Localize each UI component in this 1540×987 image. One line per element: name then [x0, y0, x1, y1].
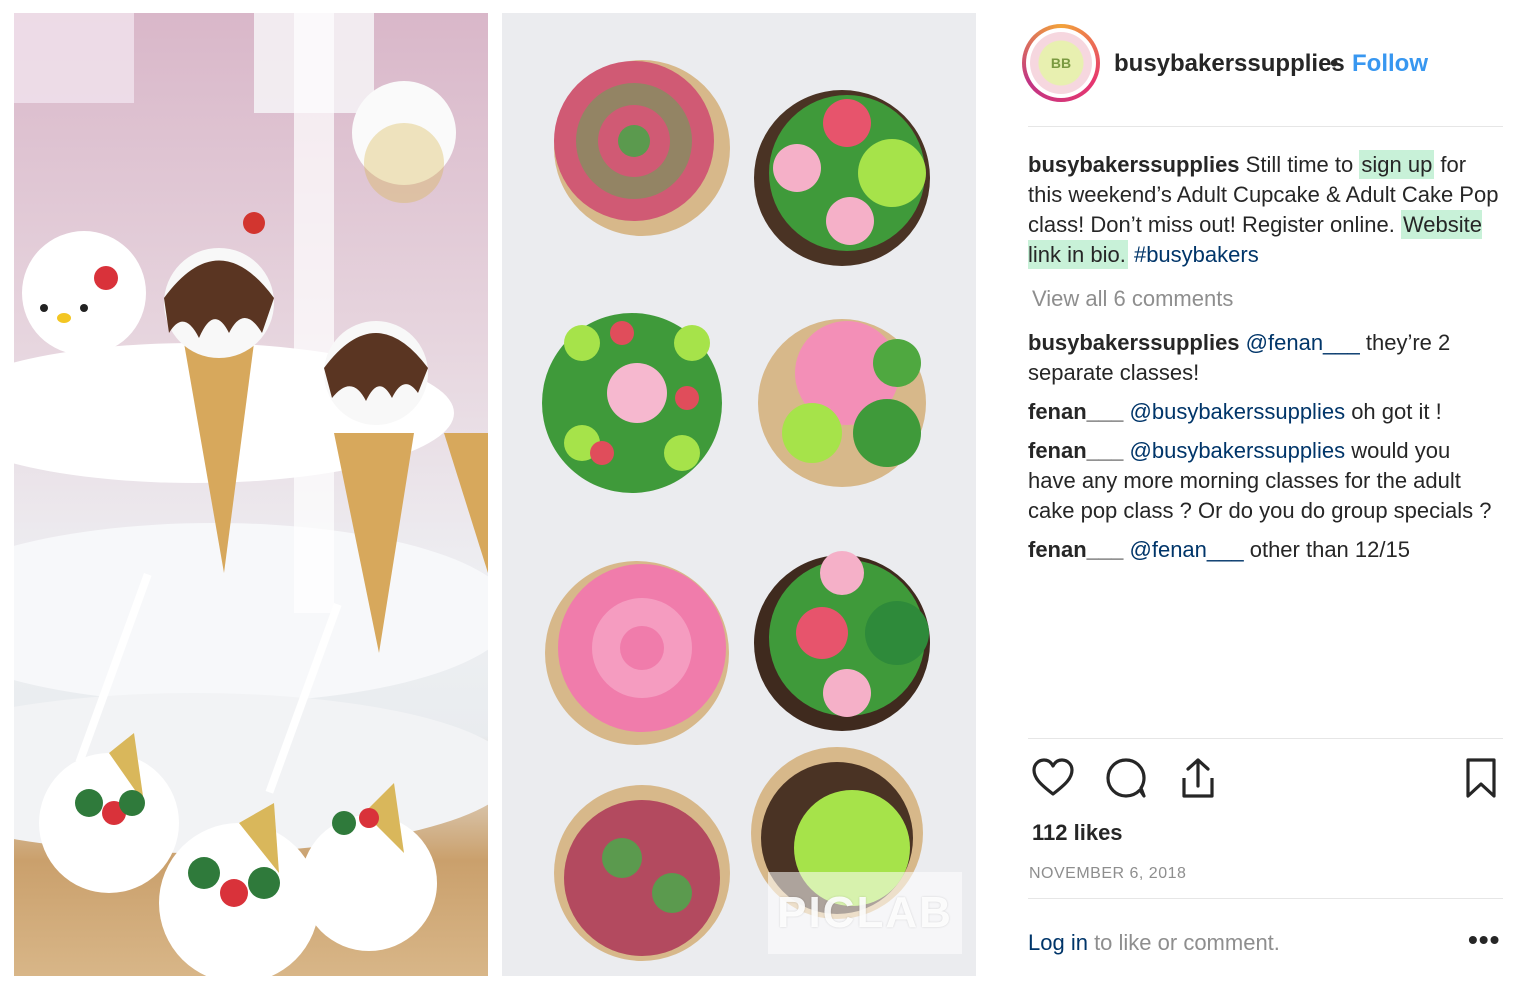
- heart-icon[interactable]: [1030, 756, 1076, 802]
- header-separator-dot: •: [1330, 50, 1339, 77]
- comment-text: oh got it !: [1345, 399, 1442, 424]
- avatar-image: BB: [1030, 32, 1092, 94]
- caption-hashtag-link[interactable]: #busybakers: [1128, 242, 1259, 267]
- caption-username-link[interactable]: busybakerssupplies: [1028, 152, 1240, 177]
- cake-pops-illustration: [14, 13, 488, 976]
- avatar[interactable]: BB: [1022, 24, 1100, 102]
- login-prompt-text: to like or comment.: [1087, 930, 1280, 955]
- avatar-border: BB: [1026, 28, 1096, 98]
- comment-username-link[interactable]: fenan___: [1028, 438, 1123, 463]
- piclab-watermark: PICLAB: [768, 872, 962, 954]
- post-photo-cake-pops[interactable]: [14, 13, 488, 976]
- login-prompt: Log in to like or comment.: [1028, 930, 1280, 956]
- caption-highlight-sign-up: sign up: [1359, 150, 1435, 179]
- comment-mention-link[interactable]: @busybakerssupplies: [1130, 438, 1346, 463]
- comment-item: busybakerssupplies @fenan___ they’re 2 s…: [1028, 328, 1503, 388]
- post-date[interactable]: NOVEMBER 6, 2018: [1029, 865, 1186, 883]
- footer-divider: [1028, 898, 1503, 899]
- post-actions-bar: [1028, 756, 1503, 804]
- post-sidebar: BB busybakerssupplies • Follow busybaker…: [1022, 0, 1503, 987]
- view-all-comments-link[interactable]: View all 6 comments: [1032, 284, 1503, 314]
- actions-divider: [1028, 738, 1503, 739]
- follow-button[interactable]: Follow: [1352, 50, 1428, 78]
- comment-item: fenan___ @busybakerssupplies would you h…: [1028, 436, 1503, 526]
- caption-text-1: Still time to: [1239, 152, 1360, 177]
- bookmark-icon[interactable]: [1458, 756, 1504, 802]
- cupcakes-illustration: [542, 60, 930, 961]
- header-divider: [1028, 126, 1503, 127]
- login-link[interactable]: Log in: [1028, 930, 1088, 955]
- comment-text: other than 12/15: [1243, 537, 1410, 562]
- caption: busybakerssupplies Still time to sign up…: [1028, 150, 1503, 270]
- share-icon[interactable]: [1174, 756, 1220, 802]
- more-options-icon[interactable]: •••: [1468, 924, 1500, 956]
- comment-item: fenan___ @fenan___ other than 12/15: [1028, 535, 1503, 565]
- comment-mention-link[interactable]: @fenan___: [1246, 330, 1360, 355]
- comment-username-link[interactable]: busybakerssupplies: [1028, 330, 1240, 355]
- comment-mention-link[interactable]: @fenan___: [1130, 537, 1244, 562]
- comment-username-link[interactable]: fenan___: [1028, 399, 1123, 424]
- likes-count[interactable]: 112 likes: [1032, 820, 1123, 846]
- comment-icon[interactable]: [1104, 756, 1150, 802]
- post-photo-cupcakes[interactable]: [502, 13, 976, 976]
- comment-username-link[interactable]: fenan___: [1028, 537, 1123, 562]
- comments-section: busybakerssupplies Still time to sign up…: [1028, 150, 1503, 574]
- post-header: BB busybakerssupplies • Follow: [1022, 24, 1503, 102]
- header-username-link[interactable]: busybakerssupplies: [1114, 50, 1345, 78]
- comment-item: fenan___ @busybakerssupplies oh got it !: [1028, 397, 1503, 427]
- comment-mention-link[interactable]: @busybakerssupplies: [1130, 399, 1346, 424]
